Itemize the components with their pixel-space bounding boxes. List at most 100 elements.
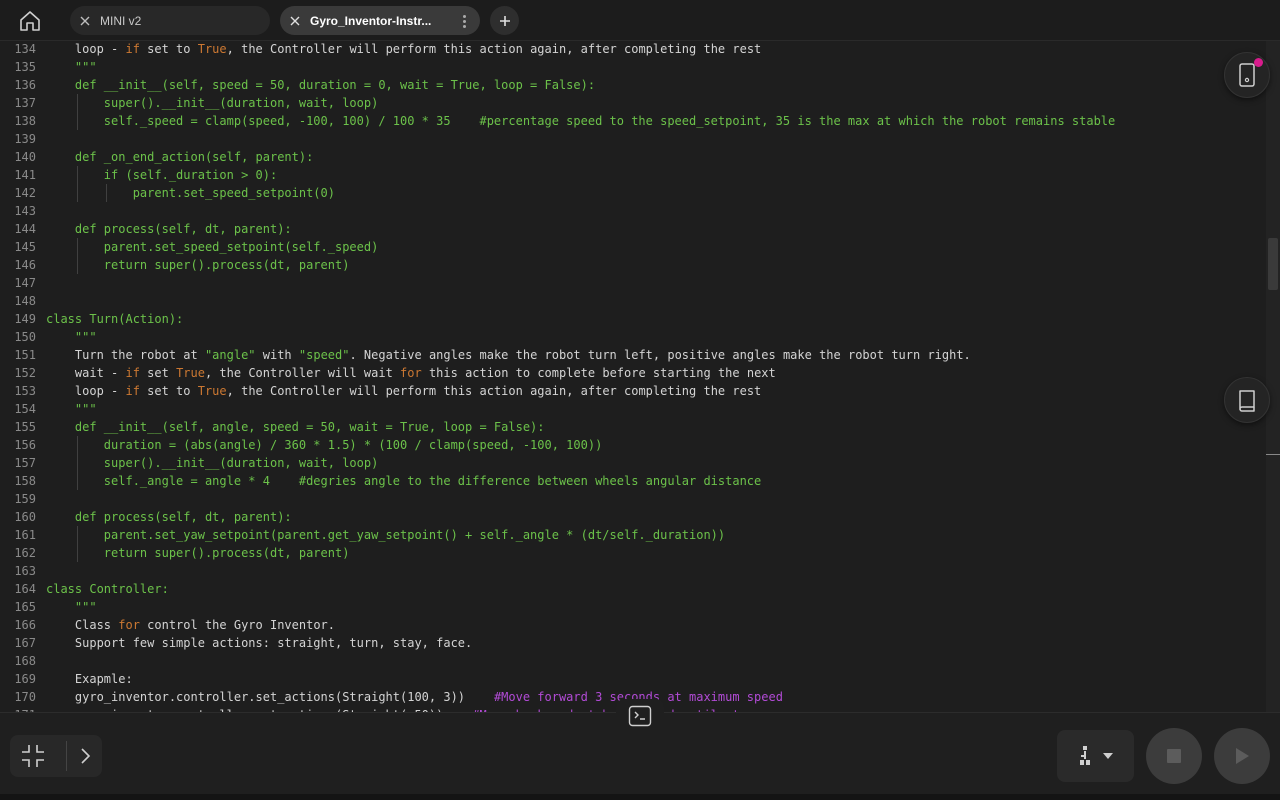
code-line[interactable]: 164 class Controller:: [0, 580, 1266, 598]
docs-button[interactable]: [1224, 377, 1270, 423]
code-line[interactable]: 137 super().__init__(duration, wait, loo…: [0, 94, 1266, 112]
code-line[interactable]: 135 """: [0, 58, 1266, 76]
code-text: def process(self, dt, parent):: [46, 510, 292, 524]
code-text: """: [46, 330, 97, 344]
line-number: 170: [14, 690, 36, 704]
code-text: def __init__(self, speed = 50, duration …: [46, 78, 596, 92]
code-line[interactable]: 138 self._speed = clamp(speed, -100, 100…: [0, 112, 1266, 130]
collapse-button[interactable]: [10, 735, 56, 777]
code-line[interactable]: 151 Turn the robot at "angle" with "spee…: [0, 346, 1266, 364]
code-line[interactable]: 153 loop - if set to True, the Controlle…: [0, 382, 1266, 400]
home-icon: [20, 10, 40, 31]
line-number: 158: [14, 474, 36, 488]
code-text: def process(self, dt, parent):: [46, 222, 292, 236]
code-line[interactable]: 142 parent.set_speed_setpoint(0): [0, 184, 1266, 202]
code-line[interactable]: 150 """: [0, 328, 1266, 346]
line-number: 168: [14, 654, 36, 668]
code-text: loop - if set to True, the Controller wi…: [46, 42, 762, 56]
code-line[interactable]: 165 """: [0, 598, 1266, 616]
code-text: super().__init__(duration, wait, loop): [46, 96, 379, 110]
code-text: loop - if set to True, the Controller wi…: [46, 384, 762, 398]
code-line[interactable]: 161 parent.set_yaw_setpoint(parent.get_y…: [0, 526, 1266, 544]
line-number: 135: [14, 60, 36, 74]
line-number: 145: [14, 240, 36, 254]
play-icon: [1236, 748, 1249, 764]
line-number: 162: [14, 546, 36, 560]
device-select-dropdown[interactable]: [1057, 730, 1134, 782]
line-number: 152: [14, 366, 36, 380]
line-number: 150: [14, 330, 36, 344]
code-line[interactable]: 166 Class for control the Gyro Inventor.: [0, 616, 1266, 634]
code-text: return super().process(dt, parent): [46, 546, 350, 560]
code-line[interactable]: 152 wait - if set True, the Controller w…: [0, 364, 1266, 382]
indent-guide: [76, 454, 78, 472]
line-number: 134: [14, 42, 36, 56]
bottom-toolbar: [0, 699, 1280, 800]
code-line[interactable]: 143: [0, 202, 1266, 220]
code-line[interactable]: 146 return super().process(dt, parent): [0, 256, 1266, 274]
code-line[interactable]: 158 self._angle = angle * 4 #degries ang…: [0, 472, 1266, 490]
chevron-down-icon: [1102, 753, 1113, 759]
code-text: class Controller:: [46, 582, 169, 596]
code-text: def __init__(self, angle, speed = 50, wa…: [46, 420, 545, 434]
expand-button[interactable]: [68, 735, 102, 777]
code-line[interactable]: 148: [0, 292, 1266, 310]
terminal-icon: [628, 705, 652, 727]
code-text: if (self._duration > 0):: [46, 168, 278, 182]
stop-button[interactable]: [1146, 728, 1202, 784]
code-line[interactable]: 160 def process(self, dt, parent):: [0, 508, 1266, 526]
line-number: 154: [14, 402, 36, 416]
code-line[interactable]: 144 def process(self, dt, parent):: [0, 220, 1266, 238]
line-number: 148: [14, 294, 36, 308]
code-editor[interactable]: 134 loop - if set to True, the Controlle…: [0, 41, 1266, 712]
line-number: 137: [14, 96, 36, 110]
line-number: 164: [14, 582, 36, 596]
code-text: super().__init__(duration, wait, loop): [46, 456, 379, 470]
code-text: parent.set_speed_setpoint(0): [46, 186, 335, 200]
code-line[interactable]: 149 class Turn(Action):: [0, 310, 1266, 328]
code-text: gyro_inventor.controller.set_actions(Str…: [46, 690, 783, 704]
indent-guide: [76, 94, 78, 112]
code-line[interactable]: 147: [0, 274, 1266, 292]
code-text: """: [46, 60, 97, 74]
code-line[interactable]: 162 return super().process(dt, parent): [0, 544, 1266, 562]
code-line[interactable]: 156 duration = (abs(angle) / 360 * 1.5) …: [0, 436, 1266, 454]
vertical-scrollbar[interactable]: [1266, 41, 1280, 712]
code-line[interactable]: 163: [0, 562, 1266, 580]
code-line[interactable]: 145 parent.set_speed_setpoint(self._spee…: [0, 238, 1266, 256]
code-line[interactable]: 139: [0, 130, 1266, 148]
tab-bar: MINI v2 Gyro_Inventor-Instr...: [0, 0, 1280, 41]
device-button[interactable]: [1224, 52, 1270, 98]
line-number: 144: [14, 222, 36, 236]
code-line[interactable]: 136 def __init__(self, speed = 50, durat…: [0, 76, 1266, 94]
code-line[interactable]: 141 if (self._duration > 0):: [0, 166, 1266, 184]
code-line[interactable]: 154 """: [0, 400, 1266, 418]
code-text: Exapmle:: [46, 672, 133, 686]
code-line[interactable]: 167 Support few simple actions: straight…: [0, 634, 1266, 652]
scrollbar-thumb[interactable]: [1268, 238, 1278, 290]
terminal-toggle-button[interactable]: [616, 699, 664, 733]
tab-mini-v2[interactable]: MINI v2: [70, 6, 270, 35]
line-number: 153: [14, 384, 36, 398]
collapse-icon: [22, 745, 44, 767]
code-line[interactable]: 168: [0, 652, 1266, 670]
code-text: def _on_end_action(self, parent):: [46, 150, 314, 164]
line-number: 163: [14, 564, 36, 578]
code-line[interactable]: 155 def __init__(self, angle, speed = 50…: [0, 418, 1266, 436]
play-button[interactable]: [1214, 728, 1270, 784]
code-line[interactable]: 157 super().__init__(duration, wait, loo…: [0, 454, 1266, 472]
line-number: 159: [14, 492, 36, 506]
indent-guide: [76, 472, 78, 490]
add-tab-button[interactable]: [490, 6, 519, 35]
code-line[interactable]: 134 loop - if set to True, the Controlle…: [0, 41, 1266, 58]
home-button[interactable]: [10, 4, 50, 37]
code-line[interactable]: 159: [0, 490, 1266, 508]
close-tab-button[interactable]: [70, 6, 100, 35]
code-line[interactable]: 169 Exapmle:: [0, 670, 1266, 688]
window-bottom-edge: [0, 794, 1280, 800]
more-vertical-icon[interactable]: [456, 13, 472, 29]
tab-gyro-inventor[interactable]: Gyro_Inventor-Instr...: [280, 6, 480, 35]
code-line[interactable]: 140 def _on_end_action(self, parent):: [0, 148, 1266, 166]
close-tab-button[interactable]: [280, 6, 310, 35]
indent-guide: [76, 436, 78, 454]
